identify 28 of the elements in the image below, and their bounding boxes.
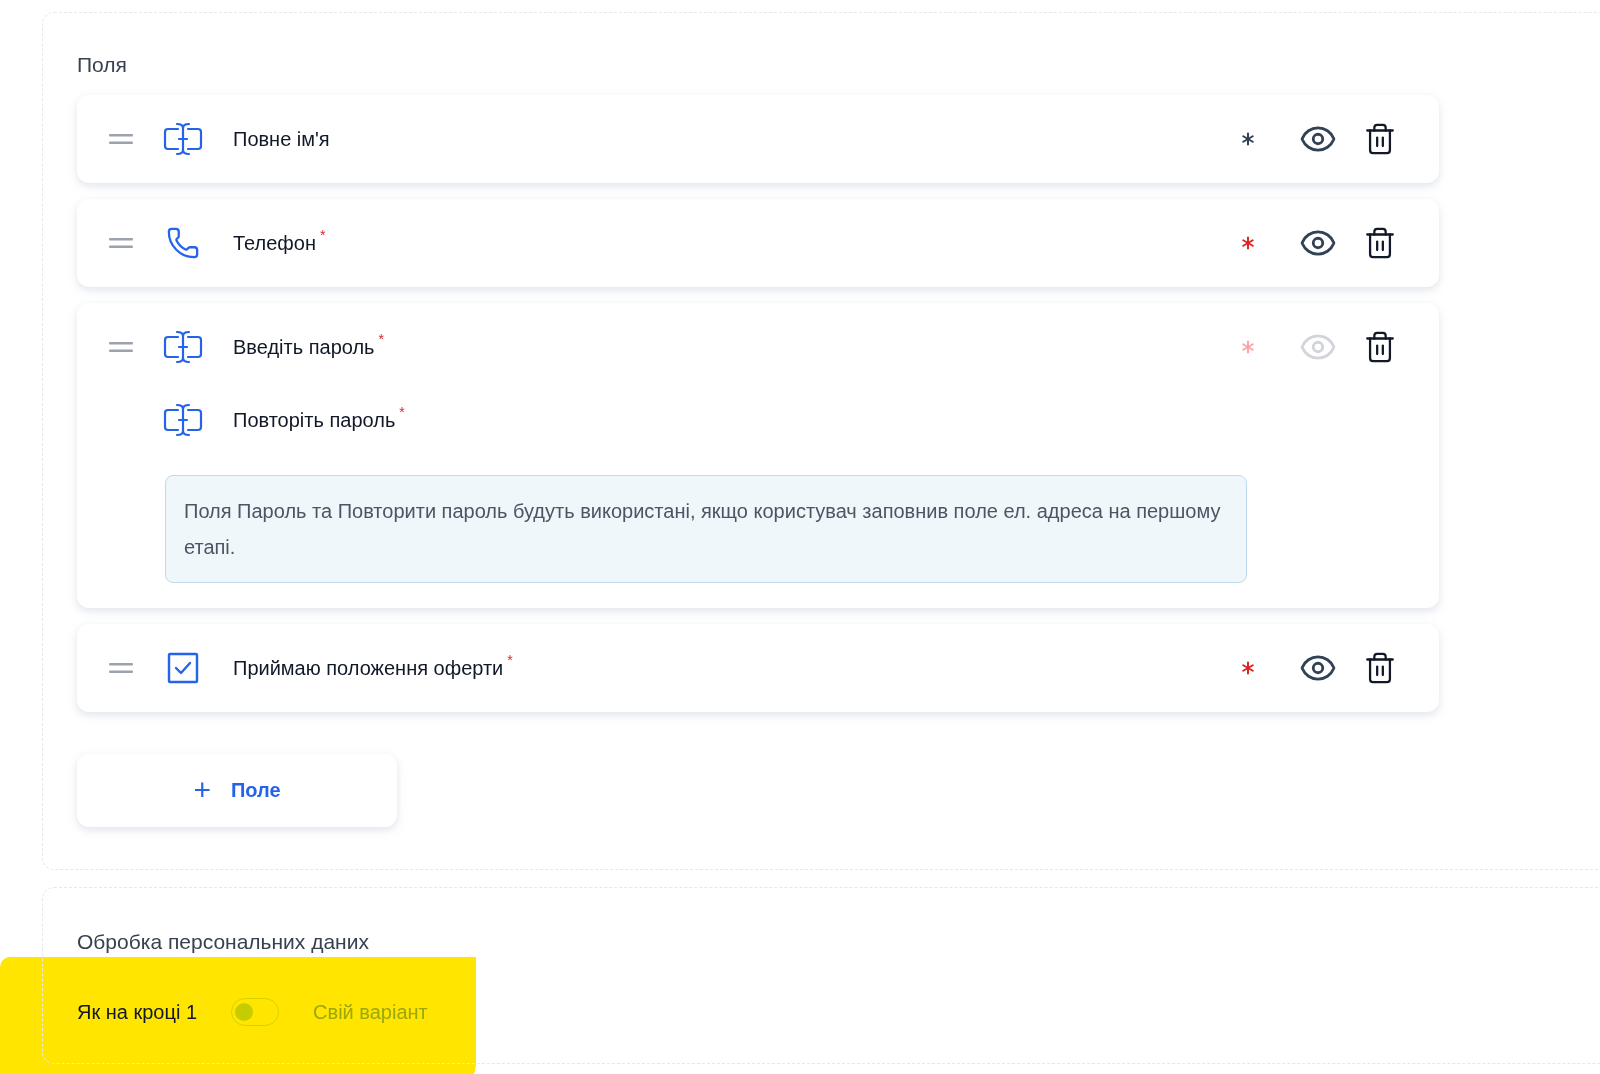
required-mark: * [507,652,513,667]
delete-icon[interactable] [1363,650,1397,685]
drag-handle-icon[interactable] [109,132,133,145]
field-label: Введіть пароль [233,334,375,360]
add-field-button[interactable]: + Поле [77,753,397,827]
section-title: Поля [77,52,128,78]
required-mark: * [399,404,405,419]
option-label: Свій варіант [313,1000,428,1025]
drag-handle-icon[interactable] [109,340,133,353]
text-field-icon [163,121,203,156]
delete-icon[interactable] [1363,225,1397,260]
field-label: Телефон [233,230,316,256]
required-mark: * [319,227,326,242]
field-label: Повторіть пароль [233,407,396,433]
section-title: Обробка персональних даних [77,928,370,955]
field-label: Повне ім'я [233,126,330,152]
drag-handle-icon[interactable] [109,661,133,674]
field-label: Приймаю положення оферти [233,655,504,681]
text-field-icon [163,329,203,364]
phone-icon [166,225,200,260]
info-note: Поля Пароль та Повторити пароль будуть використані, якщо користувач заповнив поле ел. адреса на першому етапі. [165,474,1247,583]
checkbox-icon [167,651,199,684]
delete-icon[interactable] [1363,329,1397,364]
drag-handle-icon[interactable] [109,236,133,249]
delete-icon[interactable] [1363,121,1397,156]
required-mark: * [378,331,384,346]
text-field-icon [163,402,203,437]
option-label: Як на кроці 1 [77,1000,198,1025]
